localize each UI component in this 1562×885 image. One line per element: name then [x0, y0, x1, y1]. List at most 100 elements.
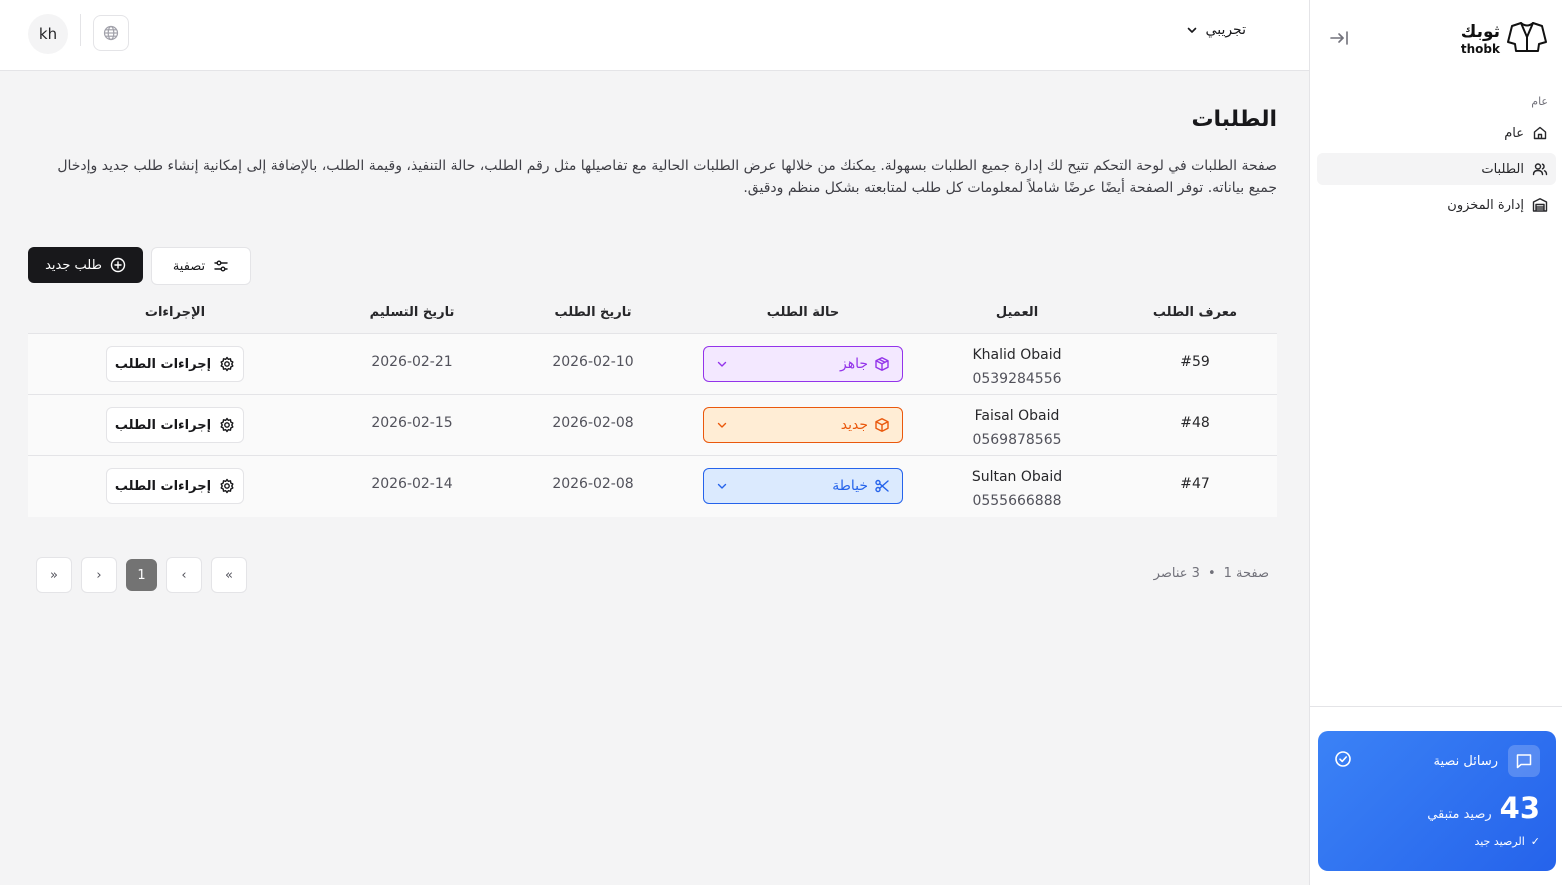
page-description: صفحة الطلبات في لوحة التحكم تتيح لك إدار… — [57, 158, 1277, 196]
sidebar-item-inventory[interactable]: إدارة المخزون — [1317, 189, 1556, 221]
sidebar-item-general[interactable]: عام — [1317, 117, 1556, 149]
order-actions-label: إجراءات الطلب — [114, 478, 212, 494]
main-content: الطلبات صفحة الطلبات في لوحة التحكم تتيح… — [0, 71, 1309, 885]
language-button[interactable] — [93, 15, 129, 51]
table-row[interactable]: #48 Faisal Obaid 0569878565 جديد 2026-02… — [28, 395, 1277, 456]
status-select[interactable]: جديد — [703, 407, 903, 443]
header-order-id: معرف الطلب — [1152, 305, 1238, 320]
sidebar-nav: عام الطلبات إدارة المخزون — [1317, 117, 1556, 225]
customer-phone: 0555666888 — [972, 493, 1062, 509]
sms-balance-label: رصيد متبقي — [1427, 807, 1492, 822]
box-icon — [875, 418, 889, 432]
delivery-date: 2026-02-14 — [371, 476, 453, 492]
items-count: 3 عناصر — [1153, 566, 1200, 581]
sms-status-text: الرصيد جيد — [1474, 835, 1525, 848]
sliders-icon — [214, 260, 228, 272]
thobe-logo-icon — [1506, 20, 1548, 58]
next-page-button[interactable]: › — [81, 557, 117, 593]
message-icon — [1508, 745, 1540, 777]
separator-dot: • — [1207, 566, 1216, 581]
logo-text-ar: ثوبك — [1460, 21, 1500, 42]
order-id[interactable]: #48 — [1180, 415, 1210, 431]
topbar-divider — [80, 14, 81, 46]
previous-page-button[interactable]: ‹ — [166, 557, 202, 593]
gear-icon — [220, 478, 234, 494]
last-page-button[interactable]: » — [36, 557, 72, 593]
filter-label: تصفية — [172, 258, 206, 274]
new-order-button[interactable]: طلب جديد — [28, 247, 143, 283]
top-bar: kh تجريبي — [0, 0, 1309, 71]
users-icon — [1532, 163, 1548, 176]
order-id[interactable]: #47 — [1180, 476, 1210, 492]
sidebar-item-label: إدارة المخزون — [1447, 197, 1524, 213]
order-actions-label: إجراءات الطلب — [114, 417, 212, 433]
chevron-down-icon — [1187, 27, 1196, 33]
globe-icon — [103, 25, 119, 41]
header-delivery-date: تاريخ التسليم — [369, 305, 455, 320]
table-header: معرف الطلب العميل حالة الطلب تاريخ الطلب… — [28, 293, 1277, 334]
order-id[interactable]: #59 — [1180, 354, 1210, 370]
status-label: خياطة — [832, 478, 868, 494]
inventory-icon — [1532, 198, 1548, 212]
logo-text-en: thobk — [1460, 41, 1500, 56]
sidebar-item-label: عام — [1504, 125, 1524, 141]
logo[interactable]: ثوبك thobk — [1461, 20, 1548, 58]
chevron-down-icon — [717, 361, 727, 367]
customer-phone: 0539284556 — [972, 371, 1062, 387]
page-title: الطلبات — [1191, 107, 1277, 132]
page-info: 3 عناصر • صفحة 1 — [1154, 566, 1269, 581]
new-order-label: طلب جديد — [45, 257, 102, 273]
collapse-sidebar-icon[interactable] — [1328, 27, 1350, 49]
sms-balance-card[interactable]: رسائل نصية رصيد متبقي 43 الرصيد جيد ✓ — [1318, 731, 1556, 871]
customer-cell: Sultan Obaid 0555666888 — [972, 465, 1062, 513]
filter-button[interactable]: تصفية — [151, 247, 251, 285]
gear-icon — [220, 417, 234, 433]
scissors-icon — [875, 479, 889, 493]
header-actions: الإجراءات — [144, 305, 206, 320]
customer-cell: Khalid Obaid 0539284556 — [972, 343, 1061, 391]
sidebar-item-label: الطلبات — [1481, 161, 1524, 177]
first-page-button[interactable]: « — [211, 557, 247, 593]
gear-icon — [220, 356, 234, 372]
table-row[interactable]: #47 Sultan Obaid 0555666888 خياطة 2026-0… — [28, 456, 1277, 517]
customer-name: Sultan Obaid — [971, 469, 1063, 485]
sidebar: ثوبك thobk عام عام الطلبات إدارة المخزون — [1309, 0, 1562, 885]
customer-name: Faisal Obaid — [974, 408, 1060, 424]
order-actions-button[interactable]: إجراءات الطلب — [106, 407, 244, 443]
home-icon — [1533, 126, 1547, 140]
tenant-selector[interactable]: تجريبي — [1186, 22, 1246, 38]
order-actions-button[interactable]: إجراءات الطلب — [106, 468, 244, 504]
package-icon — [875, 357, 889, 371]
table-row[interactable]: #59 Khalid Obaid 0539284556 جاهز 2026-02… — [28, 334, 1277, 395]
header-status: حالة الطلب — [766, 305, 840, 320]
sms-status: الرصيد جيد ✓ — [1334, 835, 1540, 848]
plus-circle-icon — [110, 257, 126, 273]
pagination: » › 1 ‹ « — [36, 557, 247, 593]
sidebar-divider — [1310, 706, 1562, 707]
status-label: جاهز — [839, 356, 868, 372]
customer-cell: Faisal Obaid 0569878565 — [972, 404, 1061, 452]
order-actions-button[interactable]: إجراءات الطلب — [106, 346, 244, 382]
sms-balance-value: 43 — [1499, 791, 1540, 825]
order-date: 2026-02-08 — [552, 415, 634, 431]
sms-card-title: رسائل نصية — [1433, 753, 1498, 769]
order-date: 2026-02-10 — [552, 354, 634, 370]
page-indicator: صفحة 1 — [1223, 566, 1269, 581]
status-select[interactable]: خياطة — [703, 468, 903, 504]
sidebar-section-label: عام — [1531, 95, 1548, 108]
avatar[interactable]: kh — [28, 14, 68, 54]
chevron-down-icon — [717, 422, 727, 428]
checkmark-icon: ✓ — [1530, 835, 1540, 848]
sidebar-item-orders[interactable]: الطلبات — [1317, 153, 1556, 185]
customer-phone: 0569878565 — [972, 432, 1062, 448]
status-select[interactable]: جاهز — [703, 346, 903, 382]
current-page-button[interactable]: 1 — [126, 559, 157, 591]
delivery-date: 2026-02-15 — [371, 415, 453, 431]
tenant-name: تجريبي — [1205, 22, 1246, 38]
chevron-down-icon — [717, 483, 727, 489]
status-label: جديد — [840, 417, 868, 433]
orders-table: معرف الطلب العميل حالة الطلب تاريخ الطلب… — [28, 293, 1277, 517]
order-date: 2026-02-08 — [552, 476, 634, 492]
header-customer: العميل — [995, 305, 1039, 320]
customer-name: Khalid Obaid — [972, 347, 1062, 363]
